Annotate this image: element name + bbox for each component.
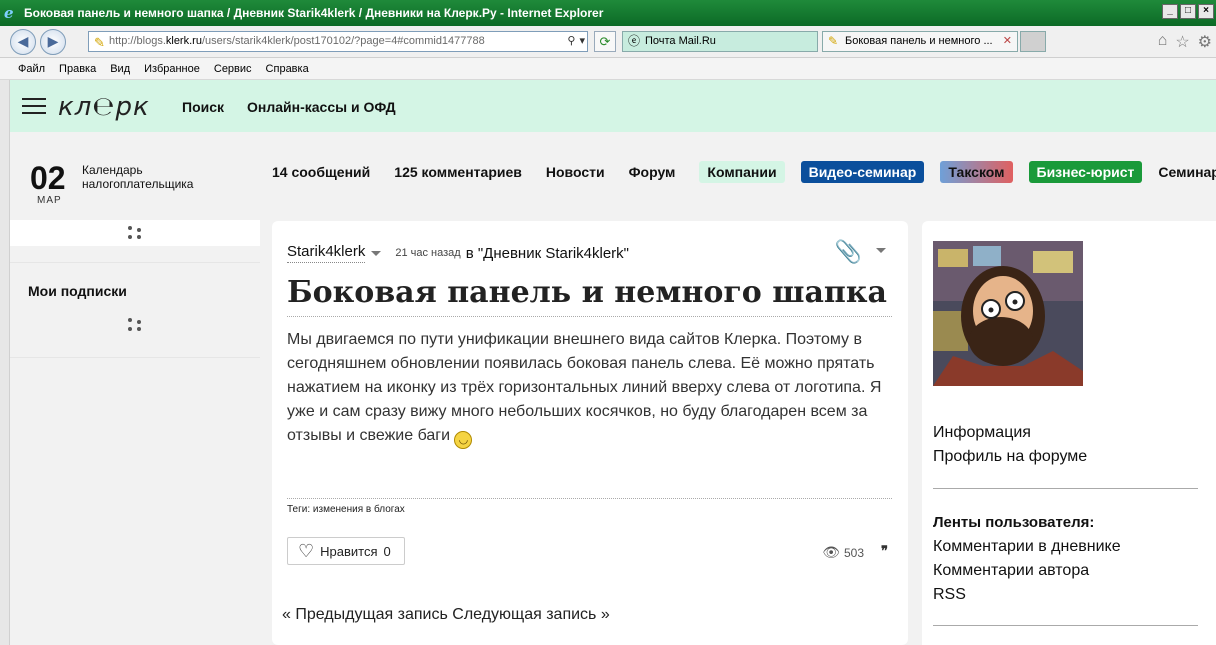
like-label: Нравится [320, 543, 378, 559]
browser-window: e Боковая панель и немного шапка / Дневн… [0, 0, 1216, 645]
menu-help[interactable]: Справка [266, 63, 309, 75]
window-titlebar: e Боковая панель и немного шапка / Дневн… [0, 0, 1216, 26]
blog-post: Starik4klerk 21 час назад в "Дневник Sta… [272, 221, 908, 645]
new-tab-button[interactable] [1020, 31, 1046, 52]
site-logo[interactable]: кл℮рк [58, 92, 150, 122]
feeds-title: Ленты пользователя: [933, 514, 1095, 531]
search-icon[interactable]: ⚲ [567, 32, 575, 51]
heart-icon: ♡ [298, 540, 315, 561]
nav-forum[interactable]: Форум [629, 164, 676, 180]
post-author[interactable]: Starik4klerk [287, 243, 366, 263]
gear-icon[interactable]: ⚙ [1198, 32, 1212, 52]
top-navigation: 14 сообщений 125 комментариев Новости Фо… [272, 160, 1216, 184]
nav-taxcom[interactable]: Такском [940, 161, 1013, 183]
close-button[interactable]: × [1198, 4, 1214, 19]
feed-author-comments[interactable]: Комментарии автора [933, 559, 1121, 583]
refresh-button[interactable]: ⟳ [594, 31, 616, 52]
window-title: Боковая панель и немного шапка / Дневник… [24, 6, 604, 20]
user-avatar[interactable] [933, 241, 1083, 386]
hamburger-menu-icon[interactable] [22, 98, 46, 116]
page-icon: ✎ [94, 35, 105, 50]
menu-edit[interactable]: Правка [59, 63, 96, 75]
divider [933, 488, 1198, 489]
feed-diary-comments[interactable]: Комментарии в дневнике [933, 535, 1121, 559]
favorites-icon[interactable]: ☆ [1175, 32, 1189, 52]
nav-business-lawyer[interactable]: Бизнес-юрист [1028, 161, 1143, 183]
minimize-button[interactable]: _ [1162, 4, 1178, 19]
like-count: 0 [383, 543, 391, 559]
next-post-link[interactable]: Следующая запись » [452, 606, 609, 623]
left-window-edge [0, 80, 10, 645]
menu-favorites[interactable]: Избранное [144, 63, 200, 75]
post-navigation: « Предыдущая запись Следующая запись » [282, 606, 610, 624]
post-meta: Starik4klerk 21 час назад в "Дневник Sta… [287, 243, 629, 263]
address-toolbar: ◀ ▶ ✎ http://blogs.klerk.ru/users/starik… [0, 26, 1216, 58]
calendar-month: МАР [37, 195, 62, 206]
loading-spinner-icon [128, 318, 142, 332]
tab-close-icon[interactable]: ✕ [1003, 32, 1012, 51]
eye-icon: 👁 [822, 544, 840, 560]
ie-logo-icon: e [4, 4, 14, 22]
post-time: 21 час назад [395, 247, 461, 259]
calendar-day: 02 [30, 160, 66, 196]
paperclip-icon[interactable]: 📎 [835, 239, 862, 265]
loading-spinner-icon [128, 226, 142, 240]
post-title: Боковая панель и немного шапка [287, 275, 892, 317]
post-tags[interactable]: Теги: изменения в блогах [287, 504, 405, 515]
chevron-down-icon[interactable] [876, 248, 886, 253]
post-blog-link[interactable]: в "Дневник Starik4klerk" [466, 245, 629, 262]
address-bar-icons: ⚲ ▾ [567, 32, 585, 51]
nav-video-seminar[interactable]: Видео-семинар [800, 161, 925, 183]
window-controls: _ □ × [1162, 4, 1214, 19]
link-info[interactable]: Информация [933, 421, 1087, 445]
right-sidebar: Информация Профиль на форуме Ленты польз… [922, 221, 1216, 645]
nav-seminars[interactable]: Семинары [1158, 164, 1216, 180]
web-page: кл℮рк Поиск Онлайн-кассы и ОФД 02 МАР Ка… [0, 80, 1216, 645]
menu-bar: Файл Правка Вид Избранное Сервис Справка [0, 58, 1216, 80]
like-button[interactable]: ♡ Нравится 0 [287, 537, 405, 565]
subscriptions-title: Мои подписки [28, 283, 127, 299]
post-body: Мы двигаемся по пути унификации внешнего… [287, 328, 897, 449]
link-forum-profile[interactable]: Профиль на форуме [933, 445, 1087, 469]
back-button[interactable]: ◀ [10, 29, 36, 55]
view-counter: 👁 503 [822, 544, 864, 561]
smiley-icon: ◡ [454, 431, 473, 449]
home-icon[interactable]: ⌂ [1158, 32, 1168, 52]
profile-links: Информация Профиль на форуме [933, 421, 1087, 469]
tab-active[interactable]: ✎ Боковая панель и немного ... ✕ [822, 31, 1018, 52]
tab-mail[interactable]: ⓔ Почта Mail.Ru [622, 31, 818, 52]
site-header: кл℮рк Поиск Онлайн-кассы и ОФД [0, 80, 1216, 132]
tax-calendar[interactable]: 02 МАР Календарь налогоплательщика [10, 132, 260, 220]
menu-file[interactable]: Файл [18, 63, 45, 75]
user-feeds: Ленты пользователя: Комментарии в дневни… [933, 511, 1121, 607]
divider [287, 498, 892, 499]
view-count: 503 [843, 545, 864, 560]
divider [933, 625, 1198, 626]
address-bar[interactable]: ✎ http://blogs.klerk.ru/users/starik4kle… [88, 31, 588, 52]
nav-comments[interactable]: 125 комментариев [394, 164, 522, 180]
header-link-kassy[interactable]: Онлайн-кассы и ОФД [247, 99, 396, 115]
ie-tab-icon: ⓔ [628, 34, 641, 48]
dropdown-icon[interactable]: ▾ [579, 32, 585, 51]
nav-companies[interactable]: Компании [699, 161, 785, 183]
subscriptions-block: Мои подписки [10, 262, 260, 358]
toolbar-icons: ⌂ ☆ ⚙ [1158, 32, 1212, 52]
calendar-label: Календарь налогоплательщика [82, 163, 194, 191]
left-sidebar: 02 МАР Календарь налогоплательщика Мои п… [10, 132, 260, 645]
comment-icon[interactable]: ❞ [881, 543, 888, 559]
menu-tools[interactable]: Сервис [214, 63, 252, 75]
loading-block [10, 220, 260, 246]
page-tab-icon: ✎ [828, 34, 839, 48]
nav-news[interactable]: Новости [546, 164, 605, 180]
nav-messages[interactable]: 14 сообщений [272, 164, 370, 180]
prev-post-link[interactable]: « Предыдущая запись [282, 606, 448, 623]
header-link-search[interactable]: Поиск [182, 99, 224, 115]
chevron-down-icon[interactable] [371, 250, 382, 256]
feed-rss[interactable]: RSS [933, 583, 1121, 607]
forward-button[interactable]: ▶ [40, 29, 66, 55]
menu-view[interactable]: Вид [110, 63, 130, 75]
maximize-button[interactable]: □ [1180, 4, 1196, 19]
